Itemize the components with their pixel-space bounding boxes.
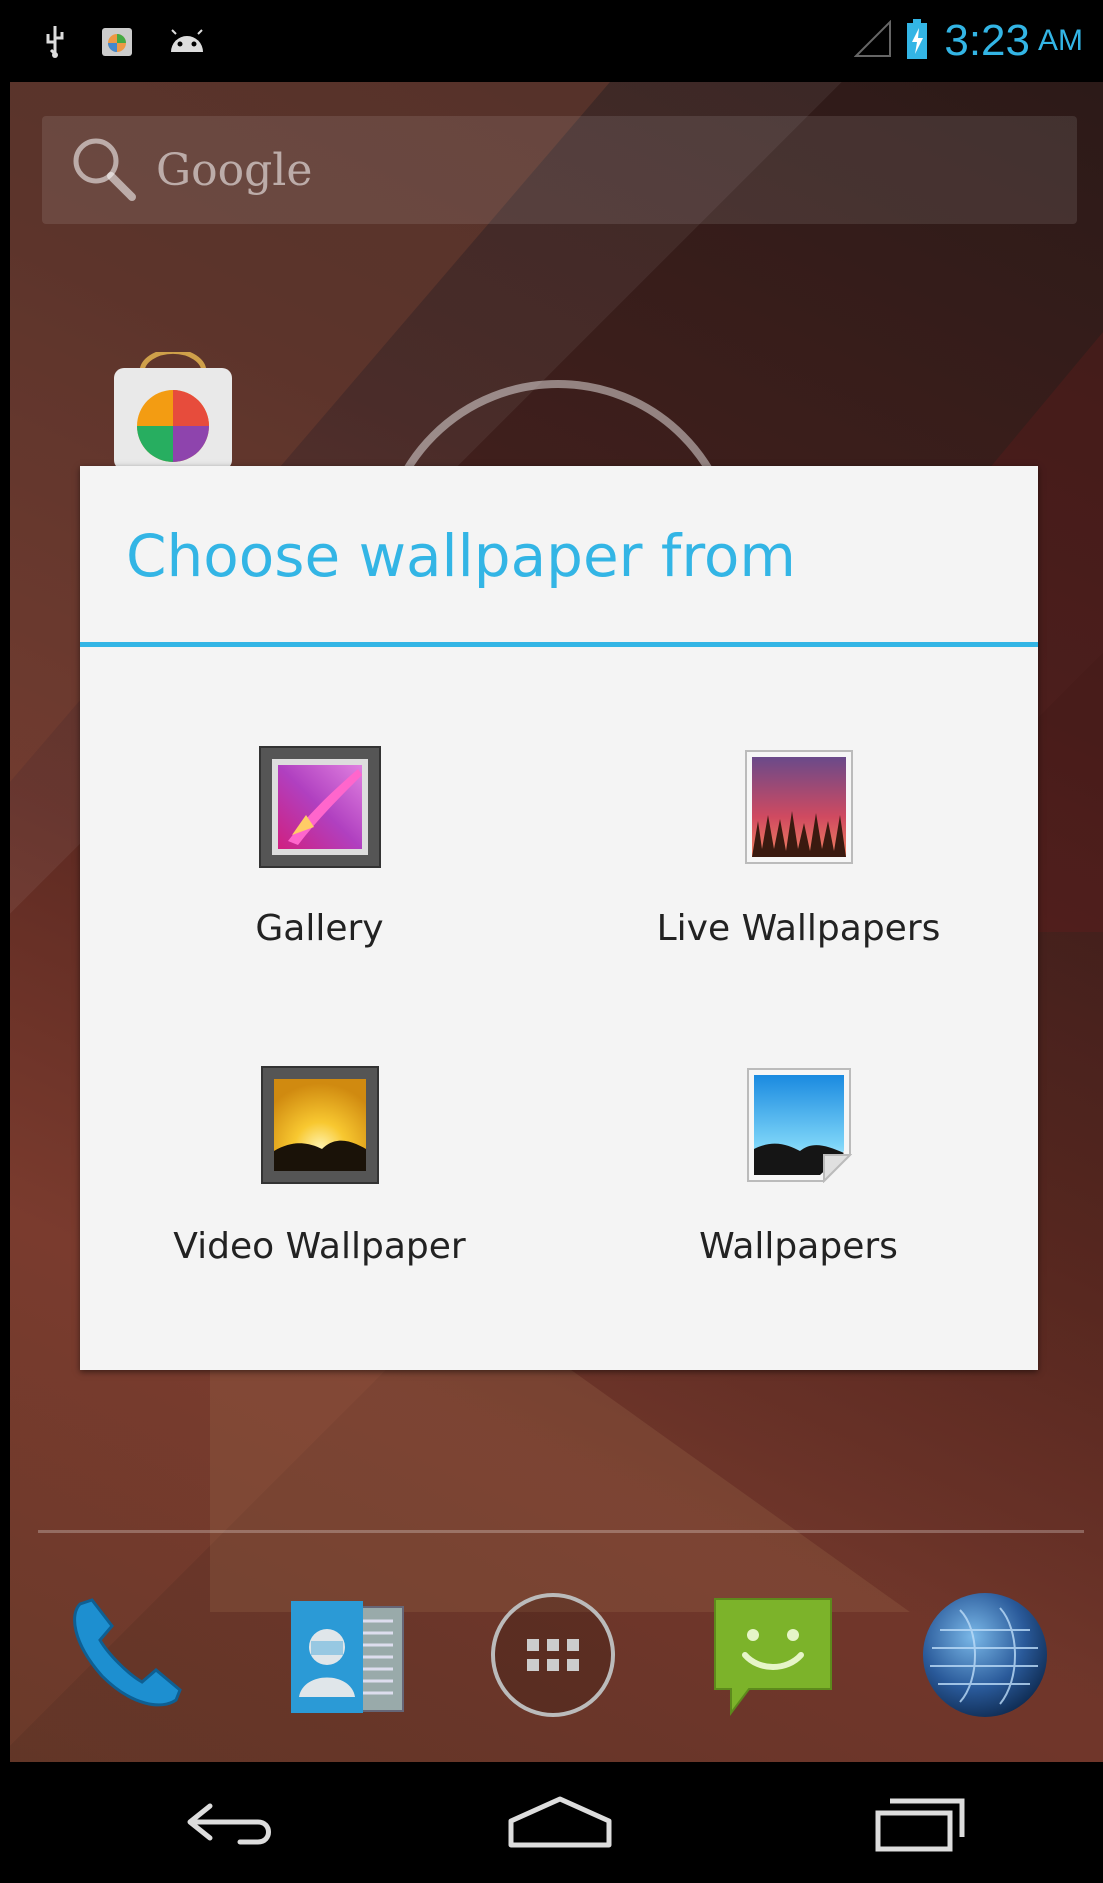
play-store-app-icon[interactable] — [112, 348, 234, 470]
contacts-icon[interactable] — [282, 1590, 412, 1720]
usb-icon — [44, 24, 66, 58]
search-icon — [68, 133, 138, 207]
option-video-wallpaper[interactable]: Video Wallpaper — [80, 1060, 559, 1360]
signal-icon — [853, 19, 892, 62]
search-label: Google — [156, 144, 313, 196]
google-search-bar[interactable]: Google — [42, 116, 1077, 224]
gallery-icon — [255, 742, 385, 872]
option-gallery[interactable]: Gallery — [80, 742, 559, 1042]
option-live-wallpapers[interactable]: Live Wallpapers — [559, 742, 1038, 1042]
home-icon[interactable] — [460, 1762, 660, 1883]
browser-icon[interactable] — [920, 1590, 1050, 1720]
messaging-icon[interactable] — [708, 1590, 838, 1720]
option-label: Video Wallpaper — [173, 1226, 466, 1267]
battery-charging-icon — [906, 19, 928, 63]
option-wallpapers[interactable]: Wallpapers — [559, 1060, 1038, 1360]
live-wallpapers-icon — [734, 742, 864, 872]
status-clock: 3:23 — [944, 16, 1030, 65]
android-debug-icon — [168, 28, 206, 54]
option-label: Gallery — [255, 908, 384, 949]
choose-wallpaper-dialog: Choose wallpaper from Gallery Live Wallp… — [80, 466, 1038, 1370]
navigation-bar — [0, 1762, 1103, 1883]
video-wallpaper-icon — [255, 1060, 385, 1190]
play-store-notification-icon — [100, 24, 134, 58]
option-label: Live Wallpapers — [656, 908, 941, 949]
wallpapers-icon — [734, 1060, 864, 1190]
dialog-title-divider — [80, 642, 1038, 647]
back-icon[interactable] — [130, 1762, 330, 1883]
recents-icon[interactable] — [820, 1762, 1020, 1883]
phone-icon[interactable] — [62, 1590, 192, 1720]
status-clock-ampm: AM — [1038, 24, 1083, 57]
dock-divider — [38, 1530, 1084, 1533]
dialog-title: Choose wallpaper from — [126, 522, 796, 590]
option-label: Wallpapers — [699, 1226, 898, 1267]
status-bar: 3:23 AM — [0, 0, 1103, 82]
app-drawer-icon[interactable] — [488, 1590, 618, 1720]
